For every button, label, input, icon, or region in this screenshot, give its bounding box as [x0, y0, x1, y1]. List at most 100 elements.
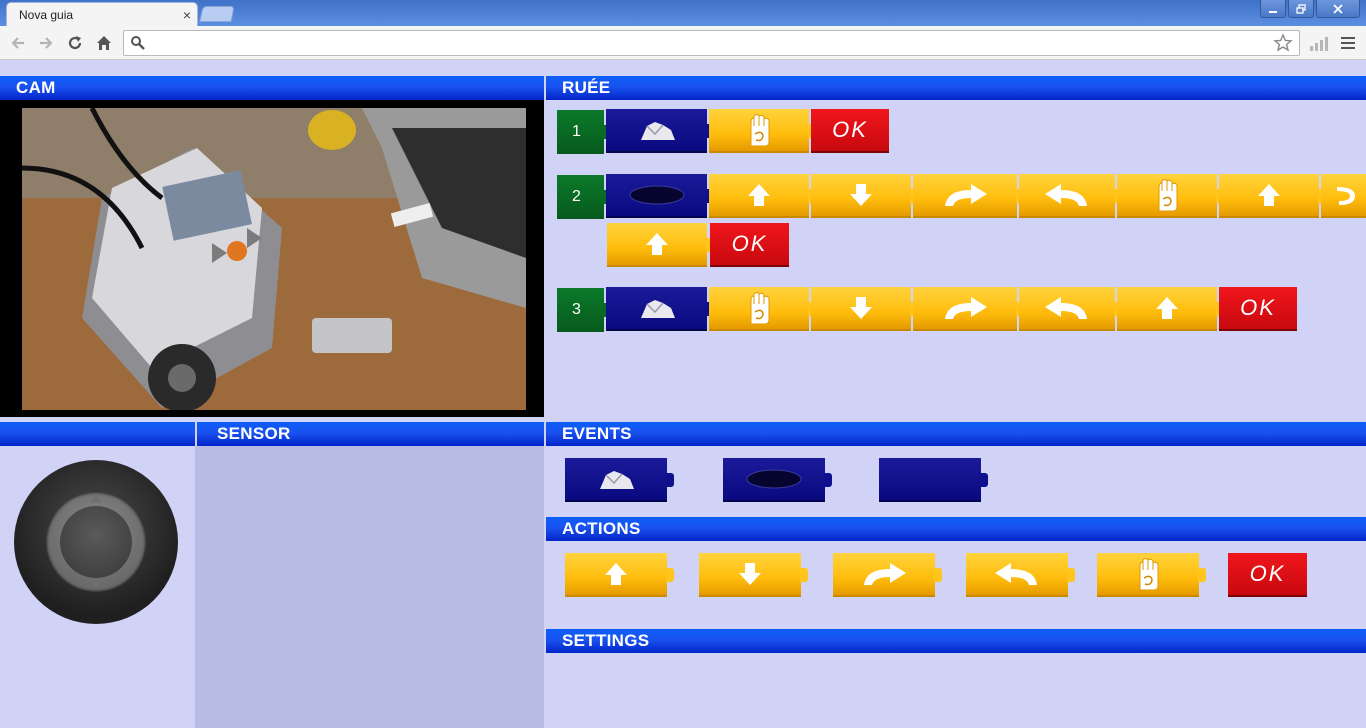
hand-icon — [750, 114, 770, 147]
arrow-down-icon — [850, 297, 872, 319]
action-block-down[interactable] — [811, 287, 918, 331]
row-number-label: 1 — [572, 123, 581, 140]
arrow-up-icon — [646, 233, 668, 255]
search-icon — [131, 36, 145, 50]
action-block-up[interactable] — [1219, 174, 1326, 218]
action-palette-down[interactable] — [699, 553, 808, 597]
action-block-hand[interactable] — [709, 109, 816, 153]
action-block-up[interactable] — [1117, 287, 1224, 331]
forward-arrow-icon — [40, 37, 53, 49]
turn-left-icon — [995, 563, 1037, 585]
tab-close-icon[interactable]: × — [177, 7, 197, 23]
cam-frame — [0, 100, 544, 417]
rock-icon — [640, 122, 675, 140]
forward-button[interactable] — [34, 31, 58, 55]
row-number-label: 3 — [572, 301, 581, 318]
hand-icon — [750, 292, 770, 325]
minimize-icon — [1269, 10, 1277, 13]
event-palette-rock[interactable] — [565, 458, 674, 502]
turn-right-icon — [945, 184, 987, 206]
ruee-row-number[interactable]: 3 — [557, 288, 611, 332]
action-block-down[interactable] — [811, 174, 918, 218]
url-input[interactable] — [152, 34, 1262, 52]
action-palette-hand[interactable] — [1097, 553, 1206, 597]
event-block-rock[interactable] — [606, 109, 714, 153]
ok-label: OK — [832, 117, 868, 142]
event-block-eye[interactable] — [606, 174, 714, 218]
ok-block[interactable]: OK — [710, 223, 789, 267]
restore-icon — [1296, 3, 1306, 14]
action-palette-up[interactable] — [565, 553, 674, 597]
action-block-turn-right[interactable] — [913, 287, 1024, 331]
arrow-up-icon — [748, 184, 770, 206]
close-window-button[interactable] — [1316, 0, 1360, 18]
back-arrow-icon — [11, 37, 24, 49]
ok-label: OK — [1249, 561, 1286, 586]
joystick[interactable] — [14, 460, 178, 624]
action-block-hand[interactable] — [709, 287, 816, 331]
action-palette-turn-right[interactable] — [833, 553, 942, 597]
rock-icon — [640, 300, 675, 318]
eye-icon — [746, 469, 802, 489]
action-block-turn-left[interactable] — [1019, 287, 1122, 331]
action-block-up[interactable] — [607, 223, 714, 267]
hand-icon — [1158, 179, 1178, 212]
back-button[interactable] — [6, 31, 30, 55]
row-number-label: 2 — [572, 188, 581, 205]
ok-label: OK — [1240, 295, 1276, 320]
action-block-turn-partial[interactable] — [1321, 174, 1366, 218]
eye-icon — [629, 185, 684, 205]
browser-toolbar — [0, 26, 1366, 60]
action-block-hand[interactable] — [1117, 174, 1224, 218]
turn-left-icon — [1045, 297, 1087, 319]
action-block-up[interactable] — [709, 174, 816, 218]
home-icon — [97, 36, 111, 50]
actions-header: ACTIONS — [546, 517, 1366, 541]
new-tab-button[interactable] — [199, 6, 235, 22]
signal-icon — [1310, 35, 1328, 51]
ok-label: OK — [731, 231, 768, 256]
browser-tab[interactable]: Nova guia × — [6, 2, 198, 26]
event-palette-empty[interactable] — [879, 458, 988, 502]
action-palette-turn-left[interactable] — [966, 553, 1075, 597]
bookmark-star-icon[interactable] — [1273, 33, 1293, 53]
turn-right-icon — [945, 297, 987, 319]
hand-icon — [1139, 558, 1159, 591]
restore-button[interactable] — [1288, 0, 1314, 18]
arrow-down-icon — [739, 563, 761, 585]
action-block-turn-left[interactable] — [1019, 174, 1122, 218]
action-block-turn-right[interactable] — [913, 174, 1024, 218]
window-controls — [1260, 0, 1360, 18]
arrow-up-icon — [1258, 184, 1280, 206]
joystick-pad[interactable] — [46, 492, 146, 592]
address-bar[interactable] — [123, 30, 1300, 56]
browser-titlebar: Nova guia × — [0, 0, 1366, 26]
joystick-arrows-icon — [49, 495, 143, 589]
ok-block[interactable]: OK — [811, 109, 889, 153]
reload-icon — [68, 36, 82, 50]
sensor-header: SENSOR — [197, 422, 544, 446]
event-palette-eye[interactable] — [723, 458, 832, 502]
ruee-row-number[interactable]: 1 — [557, 110, 611, 154]
arrow-down-icon — [850, 184, 872, 206]
tab-title: Nova guia — [19, 7, 74, 22]
ok-block[interactable]: OK — [1219, 287, 1297, 331]
browser-menu-icon[interactable] — [1341, 37, 1355, 49]
cam-video-robot-image — [22, 108, 526, 410]
event-block-rock[interactable] — [606, 287, 714, 331]
minimize-button[interactable] — [1260, 0, 1286, 18]
sensor-panel — [195, 446, 544, 728]
action-palette-ok[interactable]: OK — [1228, 553, 1307, 597]
settings-header: SETTINGS — [546, 629, 1366, 653]
ruee-row-number[interactable]: 2 — [557, 175, 611, 219]
arrow-up-icon — [605, 563, 627, 585]
reload-button[interactable] — [63, 31, 87, 55]
close-icon — [1333, 3, 1343, 14]
home-button[interactable] — [92, 31, 116, 55]
cam-header: CAM — [0, 76, 544, 100]
ruee-header: RUÉE — [546, 76, 1366, 100]
joystick-header — [0, 422, 195, 446]
turn-back-icon — [1337, 187, 1355, 205]
arrow-up-icon — [1156, 297, 1178, 319]
cam-video — [22, 108, 526, 410]
